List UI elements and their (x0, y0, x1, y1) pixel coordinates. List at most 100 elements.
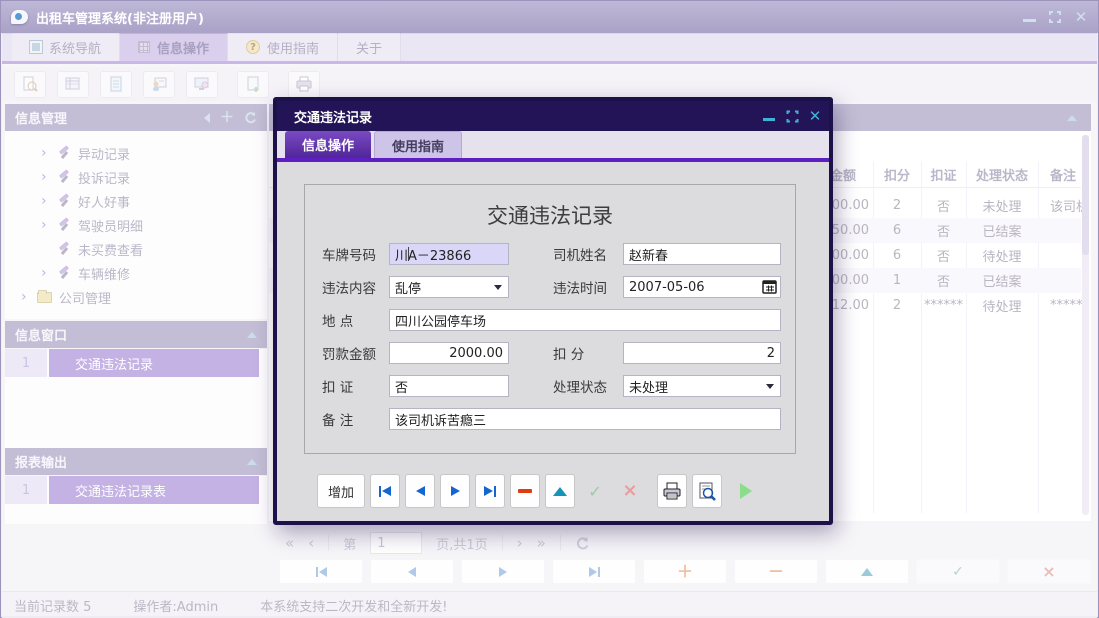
prev-record-button[interactable] (370, 559, 454, 584)
next-record-button[interactable] (440, 474, 470, 508)
collapse-up-icon[interactable] (1067, 115, 1077, 121)
first-record-button[interactable] (279, 559, 363, 584)
collapse-left-icon[interactable] (204, 113, 210, 123)
dialog-maximize-icon[interactable] (785, 109, 799, 123)
print-preview-button[interactable] (692, 474, 722, 508)
document-button[interactable] (100, 71, 132, 98)
refresh-icon[interactable] (575, 536, 590, 551)
form-title: 交通违法记录 (305, 200, 795, 230)
collapse-up-icon[interactable] (247, 332, 257, 338)
run-button[interactable] (731, 474, 761, 508)
page-suffix: 页,共1页 (436, 534, 487, 553)
grid-scrollbar[interactable] (1082, 135, 1089, 515)
tool-icon (57, 146, 71, 160)
document-icon (107, 75, 125, 93)
add-icon[interactable]: ＋ (220, 111, 234, 125)
chevron-down-icon[interactable] (490, 279, 506, 295)
app-window: 出租车管理系统(非注册用户) ✕ 系统导航 信息操作 ? 使用指南 关于 (0, 0, 1099, 618)
tab-system-nav[interactable]: 系统导航 (12, 33, 120, 61)
restore-icon[interactable] (1048, 10, 1062, 24)
dialog-tab-info-ops[interactable]: 信息操作 (285, 131, 371, 158)
info-window-item[interactable]: 1 交通违法记录 (5, 349, 267, 377)
violation-dialog: 交通违法记录 ✕ 信息操作 使用指南 交通违法记录 车牌号码 (273, 97, 833, 525)
edit-record-button[interactable] (825, 559, 909, 584)
last-page-icon[interactable]: » (537, 534, 546, 552)
tab-guide[interactable]: ? 使用指南 (228, 33, 338, 61)
person-report-button[interactable] (143, 71, 175, 98)
remark-field[interactable] (389, 408, 781, 430)
close-icon[interactable]: ✕ (1074, 10, 1088, 24)
calendar-icon[interactable] (762, 279, 778, 295)
page-input[interactable] (370, 532, 422, 554)
last-record-button[interactable] (475, 474, 505, 508)
print-button[interactable] (657, 474, 687, 508)
tree-item-complaints[interactable]: › 投诉记录 (5, 165, 267, 189)
license-field[interactable] (389, 375, 509, 397)
next-page-icon[interactable]: › (517, 534, 523, 552)
dialog-tab-guide[interactable]: 使用指南 (374, 131, 462, 158)
pager: « ‹ 第 页,共1页 › » (269, 529, 1091, 557)
tree-item-driver-detail[interactable]: › 驾驶员明细 (5, 213, 267, 237)
tab-info-ops[interactable]: 信息操作 (120, 33, 228, 61)
driver-field[interactable] (623, 243, 781, 265)
tree-item-good-deeds[interactable]: › 好人好事 (5, 189, 267, 213)
time-field[interactable] (623, 276, 781, 298)
minimize-icon[interactable] (1023, 13, 1036, 22)
panel-header-info-window[interactable]: 信息窗口 (5, 321, 267, 348)
points-field[interactable] (623, 342, 781, 364)
add-button[interactable]: 增加 (317, 474, 365, 508)
next-record-button[interactable] (461, 559, 545, 584)
monitor-button[interactable] (186, 71, 218, 98)
tree-item-company-mgmt[interactable]: › 公司管理 (5, 285, 267, 309)
plate-field[interactable] (389, 243, 509, 265)
dialog-minimize-icon[interactable] (762, 109, 776, 123)
fine-field[interactable] (389, 342, 509, 364)
refresh-icon[interactable] (244, 111, 257, 124)
table-button[interactable] (57, 71, 89, 98)
last-record-button[interactable] (552, 559, 636, 584)
first-page-icon[interactable]: « (285, 534, 294, 552)
cancel-button[interactable]: × (1007, 559, 1091, 584)
collapse-up-icon[interactable] (247, 459, 257, 465)
dialog-close-icon[interactable]: ✕ (808, 109, 822, 123)
expand-icon[interactable]: › (21, 290, 30, 304)
panel-header-info-mgmt[interactable]: 信息管理 ＋ (5, 104, 267, 131)
edit-record-button[interactable] (545, 474, 575, 508)
dialog-title: 交通违法记录 (294, 107, 372, 126)
tab-about[interactable]: 关于 (338, 33, 401, 61)
record-count: 当前记录数 5 (14, 596, 91, 615)
col-status: 处理状态 (966, 161, 1038, 187)
violation-select[interactable]: 乱停 (389, 276, 509, 298)
first-record-button[interactable] (370, 474, 400, 508)
preview-button[interactable] (14, 71, 46, 98)
expand-icon[interactable]: › (41, 170, 50, 184)
expand-icon[interactable]: › (41, 218, 50, 232)
panel-header-reports[interactable]: 报表输出 (5, 448, 267, 475)
printer-button[interactable] (288, 71, 320, 98)
report-item[interactable]: 1 交通违法记录表 (5, 476, 267, 504)
tree-item-change-records[interactable]: › 异动记录 (5, 141, 267, 165)
status-select[interactable]: 未处理 (623, 375, 781, 397)
cancel-button[interactable]: × (615, 474, 645, 508)
expand-icon[interactable]: › (41, 194, 50, 208)
delete-record-button[interactable]: － (734, 559, 818, 584)
add-record-button[interactable]: ＋ (643, 559, 727, 584)
document-add-icon (244, 75, 262, 93)
confirm-button[interactable]: ✓ (580, 474, 610, 508)
expand-icon[interactable]: › (41, 146, 50, 160)
table-icon (64, 75, 82, 93)
prev-page-icon[interactable]: ‹ (308, 534, 314, 552)
delete-record-button[interactable] (510, 474, 540, 508)
preview-icon (21, 75, 39, 93)
prev-record-button[interactable] (405, 474, 435, 508)
expand-icon[interactable]: › (41, 266, 50, 280)
text-caret (408, 247, 409, 261)
tree-item-unpaid-fees[interactable]: › 未买费查看 (5, 237, 267, 261)
confirm-button[interactable]: ✓ (916, 559, 1000, 584)
location-field[interactable] (389, 309, 781, 331)
tree-item-vehicle-repair[interactable]: › 车辆维修 (5, 261, 267, 285)
chevron-down-icon[interactable] (762, 378, 778, 394)
person-report-icon (150, 75, 168, 93)
document-add-button[interactable] (237, 71, 269, 98)
system-nav-icon (30, 41, 42, 53)
